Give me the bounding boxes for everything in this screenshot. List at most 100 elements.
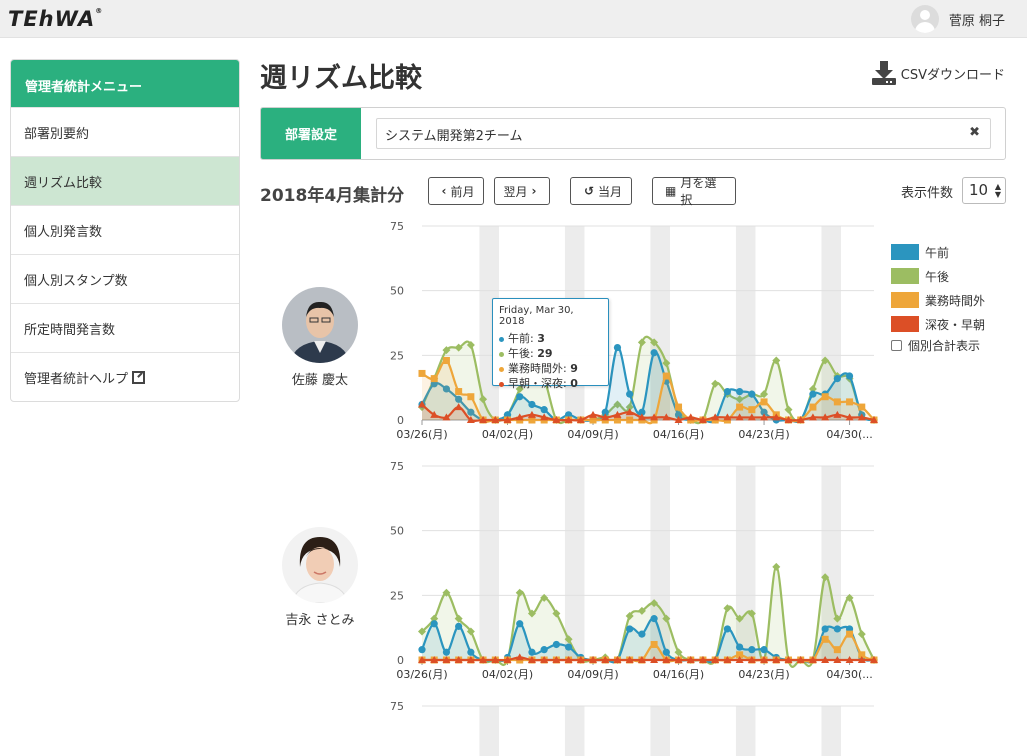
current-month-button[interactable]: ↺ 当月 bbox=[570, 177, 632, 205]
data-point[interactable] bbox=[833, 375, 841, 383]
x-tick-label: 04/02(月) bbox=[482, 428, 533, 441]
x-tick-label: 04/16(月) bbox=[653, 428, 704, 441]
app-logo[interactable]: TEhWA® bbox=[8, 7, 103, 31]
y-tick-label: 75 bbox=[390, 460, 404, 473]
legend-item-overtime[interactable]: 業務時間外 bbox=[891, 288, 985, 312]
data-point[interactable] bbox=[772, 562, 781, 571]
data-point[interactable] bbox=[430, 620, 438, 628]
weekend-band bbox=[735, 706, 756, 756]
data-point[interactable] bbox=[723, 387, 732, 396]
data-point[interactable] bbox=[552, 640, 560, 649]
data-point[interactable] bbox=[650, 640, 658, 648]
tooltip-label: 午後 bbox=[508, 347, 530, 360]
data-point[interactable] bbox=[858, 403, 866, 411]
data-point[interactable] bbox=[736, 387, 744, 396]
clear-icon[interactable]: ✖ bbox=[969, 125, 980, 140]
data-point[interactable] bbox=[821, 625, 829, 633]
data-point[interactable] bbox=[748, 406, 756, 414]
legend-item-pm[interactable]: 午後 bbox=[891, 264, 985, 288]
data-point[interactable] bbox=[650, 349, 658, 357]
checkbox[interactable] bbox=[891, 340, 902, 351]
legend-label: 午後 bbox=[925, 269, 950, 284]
data-point[interactable] bbox=[833, 398, 841, 406]
dot-icon bbox=[499, 366, 504, 372]
select-month-button[interactable]: ▦ 月を選択 bbox=[652, 176, 736, 207]
per-page-select[interactable]: 10 ▲ ▼ bbox=[962, 177, 1006, 204]
legend-item-night[interactable]: 深夜・早朝 bbox=[891, 312, 985, 336]
data-point[interactable] bbox=[638, 630, 646, 638]
legend-item-am[interactable]: 午前 bbox=[891, 240, 985, 264]
data-point[interactable] bbox=[748, 646, 756, 654]
data-point[interactable] bbox=[821, 635, 829, 643]
data-point[interactable] bbox=[662, 372, 670, 380]
x-tick-label: 04/23(月) bbox=[738, 668, 789, 681]
per-page-value: 10 bbox=[969, 181, 989, 199]
data-point[interactable] bbox=[723, 625, 732, 633]
data-point[interactable] bbox=[650, 615, 658, 623]
data-point[interactable] bbox=[442, 357, 450, 365]
data-point[interactable] bbox=[467, 648, 475, 656]
updown-icon: ▲ ▼ bbox=[994, 182, 1001, 199]
department-label: 部署設定 bbox=[261, 108, 361, 159]
data-point[interactable] bbox=[430, 375, 438, 383]
sidebar-item-stamps-per-person[interactable]: 個人別スタンプ数 bbox=[11, 254, 239, 303]
data-point[interactable] bbox=[809, 390, 817, 398]
x-tick-label: 04/02(月) bbox=[482, 668, 533, 681]
sidebar-title: 管理者統計メニュー bbox=[11, 60, 239, 107]
data-point[interactable] bbox=[662, 648, 670, 656]
data-point[interactable] bbox=[418, 646, 426, 654]
sidebar-item-help[interactable]: 管理者統計ヘルプ bbox=[11, 352, 239, 401]
tooltip-value: 3 bbox=[537, 332, 545, 345]
data-point[interactable] bbox=[809, 403, 817, 411]
tooltip-row: 業務時間外: 9 bbox=[499, 361, 602, 376]
csv-download-button[interactable]: CSVダウンロード bbox=[871, 60, 1005, 86]
dot-icon bbox=[499, 381, 504, 387]
legend-label: 午前 bbox=[925, 245, 950, 260]
data-point[interactable] bbox=[455, 388, 463, 396]
user-menu[interactable]: 菅原 桐子 bbox=[910, 5, 1005, 33]
data-point[interactable] bbox=[467, 393, 475, 401]
data-point[interactable] bbox=[736, 403, 744, 411]
data-point[interactable] bbox=[455, 622, 463, 630]
calendar-icon: ▦ bbox=[665, 184, 677, 198]
top-bar: TEhWA® 菅原 桐子 bbox=[0, 0, 1027, 38]
data-point[interactable] bbox=[613, 343, 622, 352]
data-point[interactable] bbox=[540, 406, 548, 414]
data-point[interactable] bbox=[748, 390, 756, 398]
data-point[interactable] bbox=[760, 398, 768, 406]
data-point[interactable] bbox=[845, 372, 854, 380]
data-point[interactable] bbox=[736, 643, 744, 651]
data-point[interactable] bbox=[516, 393, 524, 401]
chart-legend: 午前 午後 業務時間外 深夜・早朝 個別合計表示 bbox=[891, 240, 985, 354]
department-select[interactable]: システム開発第2チーム ✖ bbox=[376, 118, 991, 149]
data-point[interactable] bbox=[418, 369, 426, 377]
data-point[interactable] bbox=[821, 393, 829, 401]
data-point[interactable] bbox=[760, 646, 768, 654]
data-point[interactable] bbox=[528, 400, 536, 409]
tooltip-value: 0 bbox=[570, 377, 578, 390]
y-tick-label: 0 bbox=[397, 654, 404, 667]
individual-total-toggle[interactable]: 個別合計表示 bbox=[891, 337, 985, 354]
data-point[interactable] bbox=[564, 643, 573, 651]
data-point[interactable] bbox=[516, 620, 524, 628]
sidebar-item-weekly-rhythm[interactable]: 週リズム比較 bbox=[11, 156, 239, 205]
weekend-band bbox=[479, 706, 499, 756]
data-point[interactable] bbox=[675, 403, 683, 411]
data-point[interactable] bbox=[846, 398, 854, 406]
data-point[interactable] bbox=[626, 390, 634, 398]
next-month-button[interactable]: 翌月 › bbox=[494, 177, 550, 205]
data-point[interactable] bbox=[540, 646, 548, 654]
data-point[interactable] bbox=[626, 625, 634, 633]
sidebar-item-department-summary[interactable]: 部署別要約 bbox=[11, 107, 239, 156]
sidebar-item-scheduled-hours-posts[interactable]: 所定時間発言数 bbox=[11, 303, 239, 352]
select-month-label: 月を選択 bbox=[680, 176, 717, 207]
person-card: 吉永 さとみ bbox=[265, 527, 375, 628]
prev-month-button[interactable]: ‹ 前月 bbox=[428, 177, 484, 205]
sidebar-item-posts-per-person[interactable]: 個人別発言数 bbox=[11, 205, 239, 254]
data-point[interactable] bbox=[833, 646, 841, 654]
dot-icon bbox=[499, 351, 504, 357]
data-point[interactable] bbox=[846, 630, 854, 638]
data-point[interactable] bbox=[833, 625, 841, 633]
data-point[interactable] bbox=[442, 648, 451, 656]
data-point[interactable] bbox=[528, 648, 536, 656]
